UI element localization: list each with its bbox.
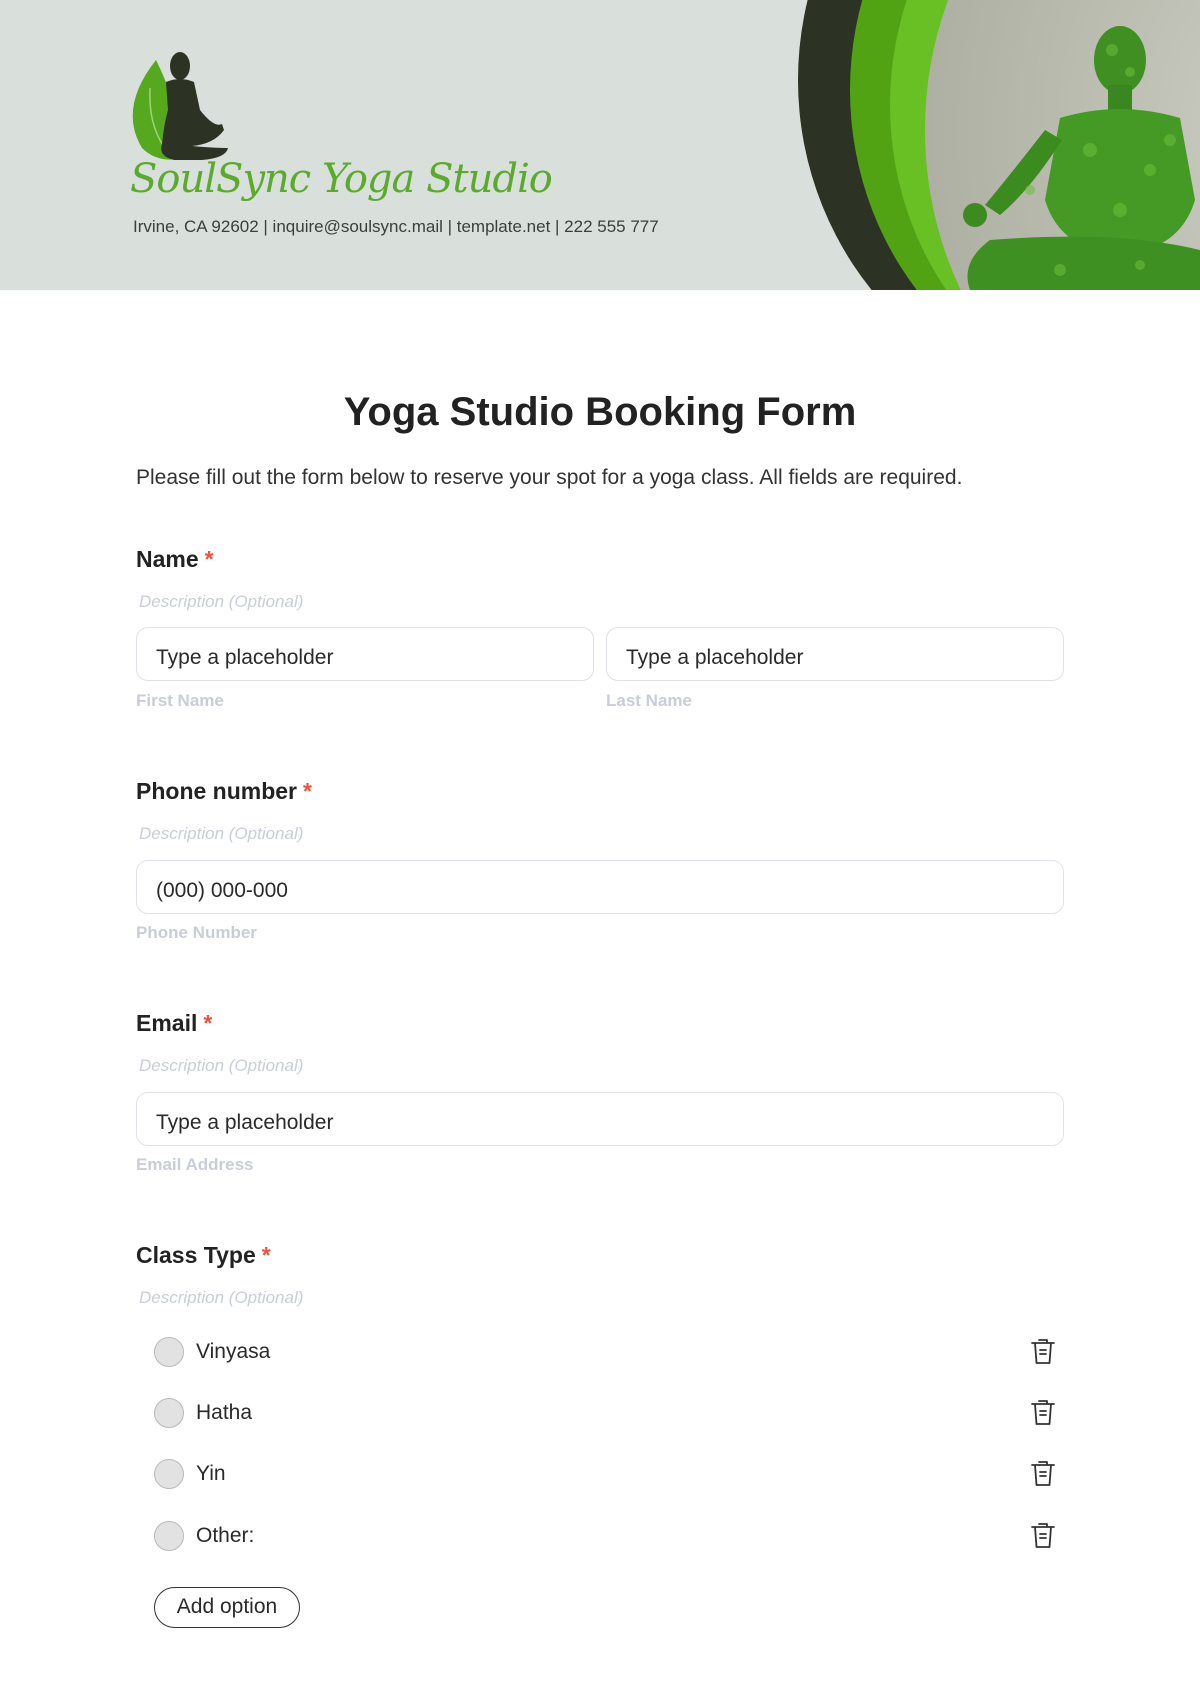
label-text: Phone number — [136, 778, 298, 804]
option-label[interactable]: Hatha — [196, 1401, 252, 1425]
required-marker: * — [204, 546, 214, 572]
required-marker: * — [261, 1242, 271, 1268]
form-title: Yoga Studio Booking Form — [343, 390, 857, 434]
first-name-input[interactable]: Type a placeholder — [136, 627, 594, 681]
required-marker: * — [203, 1010, 213, 1036]
radio-button[interactable] — [154, 1398, 184, 1428]
option-vinyasa: Vinyasa — [154, 1332, 1056, 1372]
label-text: Name — [136, 546, 199, 572]
brand-name: SoulSync Yoga Studio — [130, 156, 553, 202]
trash-icon[interactable] — [1030, 1336, 1056, 1366]
question-email-description[interactable]: Description (Optional) — [139, 1056, 303, 1076]
email-input[interactable]: Type a placeholder — [136, 1092, 1064, 1146]
question-phone-label: Phone number * — [136, 778, 312, 805]
form-subtitle: Please fill out the form below to reserv… — [136, 466, 963, 489]
email-sublabel: Email Address — [136, 1155, 254, 1174]
trash-icon[interactable] — [1030, 1458, 1056, 1488]
radio-button[interactable] — [154, 1459, 184, 1489]
question-class-type-description[interactable]: Description (Optional) — [139, 1288, 303, 1308]
option-label[interactable]: Vinyasa — [196, 1340, 270, 1364]
header-banner: SoulSync Yoga Studio Irvine, CA 92602 | … — [0, 0, 1200, 290]
option-other: Other: — [154, 1516, 1056, 1556]
yoga-logo-icon — [132, 52, 228, 160]
trash-icon[interactable] — [1030, 1520, 1056, 1550]
last-name-placeholder: Type a placeholder — [626, 646, 804, 669]
question-phone-description[interactable]: Description (Optional) — [139, 824, 303, 844]
required-marker: * — [303, 778, 312, 804]
question-name-description[interactable]: Description (Optional) — [139, 592, 303, 612]
phone-sublabel: Phone Number — [136, 923, 257, 942]
last-name-input[interactable]: Type a placeholder — [606, 627, 1064, 681]
option-label[interactable]: Other: — [196, 1524, 254, 1548]
first-name-placeholder: Type a placeholder — [156, 646, 334, 669]
radio-button[interactable] — [154, 1521, 184, 1551]
question-name-label: Name * — [136, 546, 214, 573]
question-email-label: Email * — [136, 1010, 212, 1037]
label-text: Email — [136, 1010, 198, 1036]
add-option-button[interactable]: Add option — [154, 1587, 300, 1628]
question-class-type-label: Class Type * — [136, 1242, 271, 1269]
phone-input[interactable]: (000) 000-000 — [136, 860, 1064, 914]
contact-info: Irvine, CA 92602 | inquire@soulsync.mail… — [133, 217, 659, 236]
trash-icon[interactable] — [1030, 1397, 1056, 1427]
option-yin: Yin — [154, 1454, 1056, 1494]
option-label[interactable]: Yin — [196, 1462, 226, 1486]
label-text: Class Type — [136, 1242, 256, 1268]
phone-placeholder: (000) 000-000 — [156, 879, 288, 902]
radio-button[interactable] — [154, 1337, 184, 1367]
first-name-sublabel: First Name — [136, 691, 224, 710]
option-hatha: Hatha — [154, 1393, 1056, 1433]
email-placeholder: Type a placeholder — [156, 1111, 334, 1134]
last-name-sublabel: Last Name — [606, 691, 692, 710]
